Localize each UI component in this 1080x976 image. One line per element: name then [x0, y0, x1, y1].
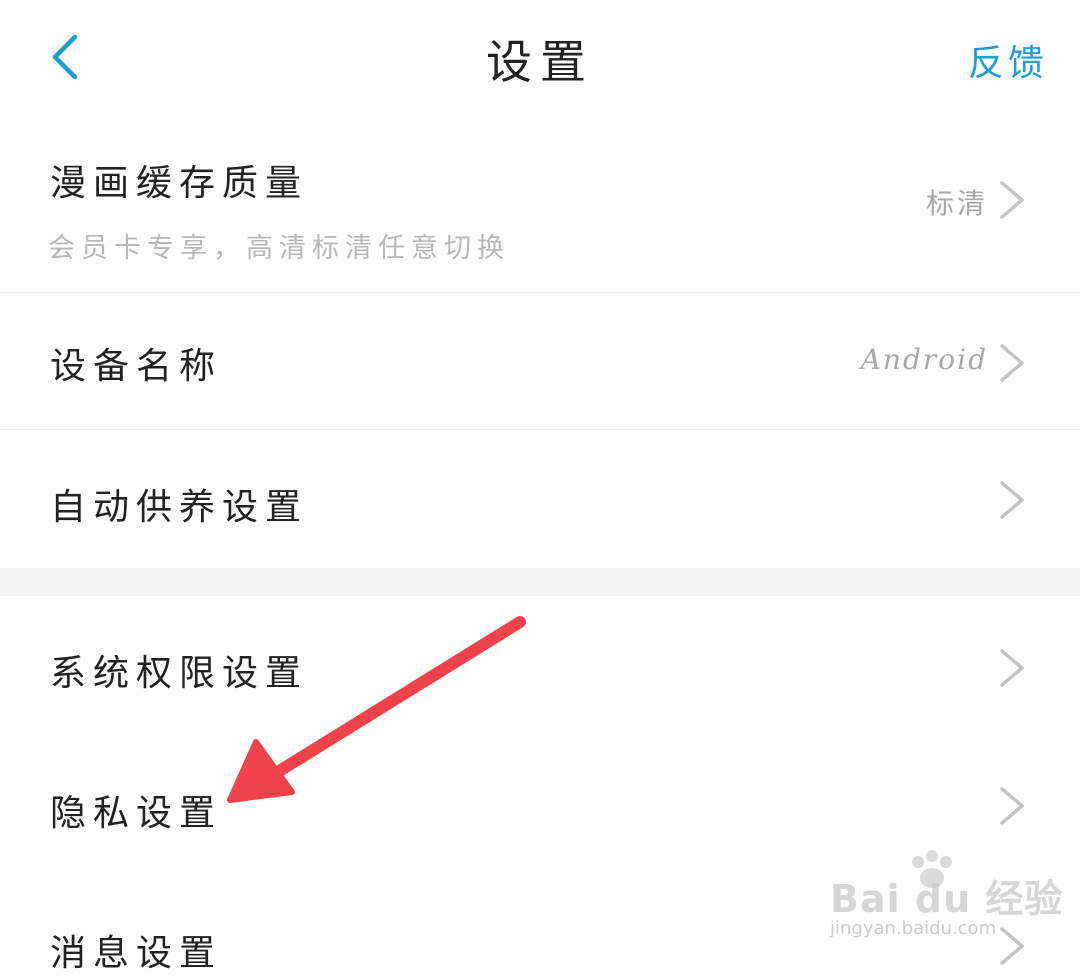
- setting-title: 自动供养设置: [50, 487, 309, 528]
- chevron-right-icon: [1000, 344, 1024, 382]
- setting-title: 漫画缓存质量: [50, 163, 309, 204]
- setting-row-message[interactable]: 消息设置: [0, 874, 1080, 974]
- chevron-right-icon: [1000, 481, 1024, 519]
- feedback-button[interactable]: 反馈: [968, 34, 1048, 86]
- top-bar: 设置 反馈: [0, 0, 1080, 115]
- setting-value: Android: [860, 343, 988, 376]
- chevron-right-icon: [1000, 787, 1024, 825]
- setting-row-device-name[interactable]: 设备名称 Android: [0, 293, 1080, 429]
- setting-row-comic-cache-quality[interactable]: 漫画缓存质量 会员卡专享，高清标清任意切换 标清: [0, 118, 1080, 292]
- setting-title: 隐私设置: [50, 793, 223, 834]
- page-title: 设置: [486, 35, 594, 89]
- setting-title: 消息设置: [50, 933, 223, 974]
- setting-title: 系统权限设置: [50, 653, 309, 694]
- setting-subtitle: 会员卡专享，高清标清任意切换: [48, 233, 510, 264]
- setting-row-auto-feed[interactable]: 自动供养设置: [0, 430, 1080, 568]
- setting-value: 标清: [925, 187, 988, 220]
- chevron-right-icon: [1000, 181, 1024, 219]
- chevron-right-icon: [1000, 649, 1024, 687]
- chevron-right-icon: [1000, 927, 1024, 965]
- setting-title: 设备名称: [50, 346, 223, 387]
- setting-row-system-permissions[interactable]: 系统权限设置: [0, 596, 1080, 736]
- setting-row-privacy[interactable]: 隐私设置: [0, 736, 1080, 874]
- section-separator: [0, 568, 1080, 596]
